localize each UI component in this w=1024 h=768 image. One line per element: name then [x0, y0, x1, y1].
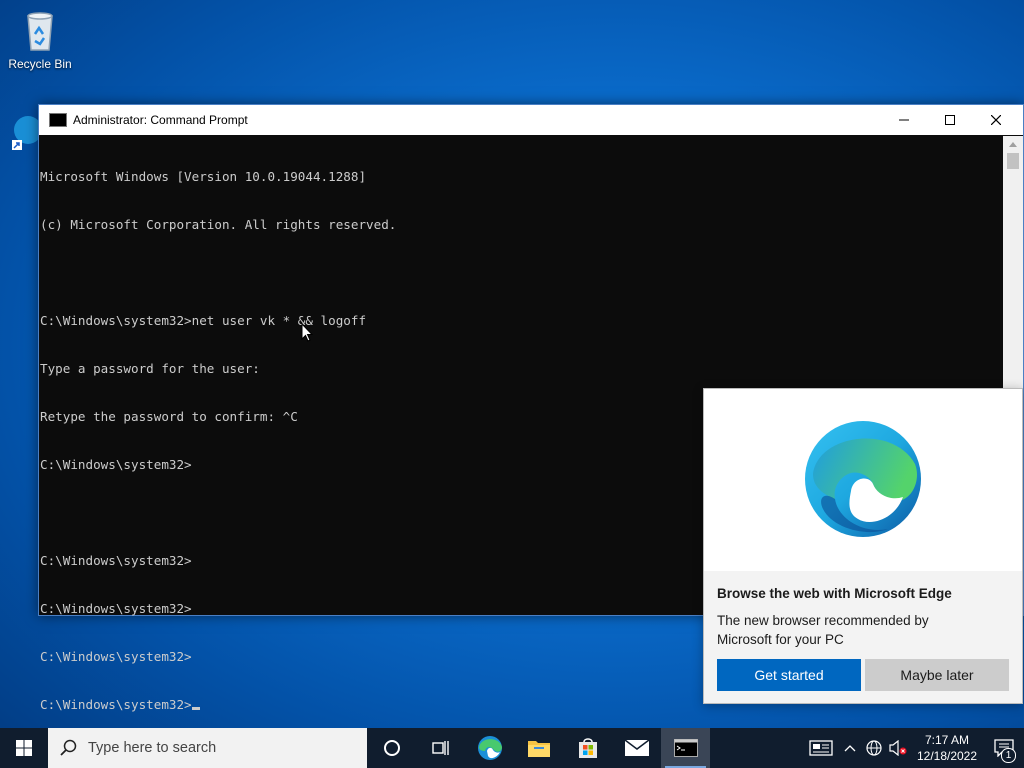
system-tray: 7:17 AM 12/18/2022 1 [804, 728, 1024, 768]
edge-shortcut-icon [12, 116, 38, 150]
taskbar-edge[interactable] [465, 728, 514, 768]
window-title: Administrator: Command Prompt [73, 113, 248, 127]
network-button[interactable] [862, 728, 886, 768]
search-icon [60, 739, 77, 756]
news-button[interactable] [804, 728, 838, 768]
chevron-up-icon [844, 745, 856, 752]
scroll-up-button[interactable] [1003, 136, 1023, 153]
windows-logo-icon [16, 740, 32, 756]
search-placeholder: Type here to search [88, 740, 217, 756]
text-cursor [191, 707, 200, 710]
cortana-circle-icon [383, 740, 400, 756]
start-button[interactable] [0, 728, 48, 768]
console-prompt: C:\Windows\system32> [40, 697, 192, 712]
clock[interactable]: 7:17 AM 12/18/2022 [910, 732, 984, 764]
chevron-up-icon [1009, 142, 1017, 147]
folder-icon [527, 741, 550, 757]
show-hidden-icons-button[interactable] [838, 728, 862, 768]
news-icon [809, 740, 833, 756]
notification-center-button[interactable]: 1 [984, 728, 1024, 768]
mouse-pointer-icon [301, 323, 313, 342]
taskbar-mail[interactable] [612, 728, 661, 768]
taskbar-command-prompt[interactable] [661, 728, 710, 768]
desktop-icon-edge[interactable] [10, 110, 38, 190]
maximize-icon [945, 115, 955, 125]
toast-title: Browse the web with Microsoft Edge [717, 586, 952, 601]
console-line: Type a password for the user: [40, 361, 260, 376]
close-button[interactable] [973, 105, 1019, 135]
task-view-button[interactable] [416, 728, 465, 768]
edge-logo-icon [805, 421, 921, 537]
clock-time: 7:17 AM [924, 733, 970, 747]
close-icon [991, 115, 1001, 125]
cortana-button[interactable] [367, 728, 416, 768]
edge-promo-toast: Browse the web with Microsoft Edge The n… [703, 388, 1023, 704]
volume-muted-icon [889, 740, 907, 756]
get-started-button[interactable]: Get started [717, 659, 861, 691]
task-view-icon [431, 741, 449, 755]
console-line: Microsoft Windows [Version 10.0.19044.12… [40, 169, 367, 184]
cmd-app-icon [49, 113, 67, 127]
scroll-thumb[interactable] [1007, 153, 1019, 169]
recycle-bin-icon [27, 12, 53, 51]
taskbar: Type here to search 7:17 AM 12/18/2022 1 [0, 728, 1024, 768]
desktop-icon-recycle-bin[interactable]: Recycle Bin [0, 8, 80, 71]
clock-date: 12/18/2022 [916, 749, 978, 763]
taskbar-store[interactable] [563, 728, 612, 768]
toast-description: The new browser recommended by Microsoft… [717, 613, 929, 647]
minimize-icon [899, 119, 909, 121]
console-line: C:\Windows\system32>net user vk * && log… [40, 313, 367, 328]
volume-button[interactable] [886, 728, 910, 768]
taskbar-file-explorer[interactable] [514, 728, 563, 768]
network-globe-icon [866, 740, 882, 756]
maximize-button[interactable] [927, 105, 973, 135]
desktop-icon-label: Recycle Bin [8, 57, 72, 71]
minimize-button[interactable] [881, 105, 927, 135]
cmd-icon [673, 739, 698, 757]
search-box[interactable]: Type here to search [48, 728, 367, 768]
notification-badge: 1 [1001, 748, 1016, 763]
maybe-later-button[interactable]: Maybe later [865, 659, 1009, 691]
edge-icon [477, 736, 502, 760]
console-line: (c) Microsoft Corporation. All rights re… [40, 217, 397, 232]
mail-icon [624, 739, 649, 756]
title-bar[interactable]: Administrator: Command Prompt [39, 105, 1023, 135]
store-icon [578, 738, 597, 758]
